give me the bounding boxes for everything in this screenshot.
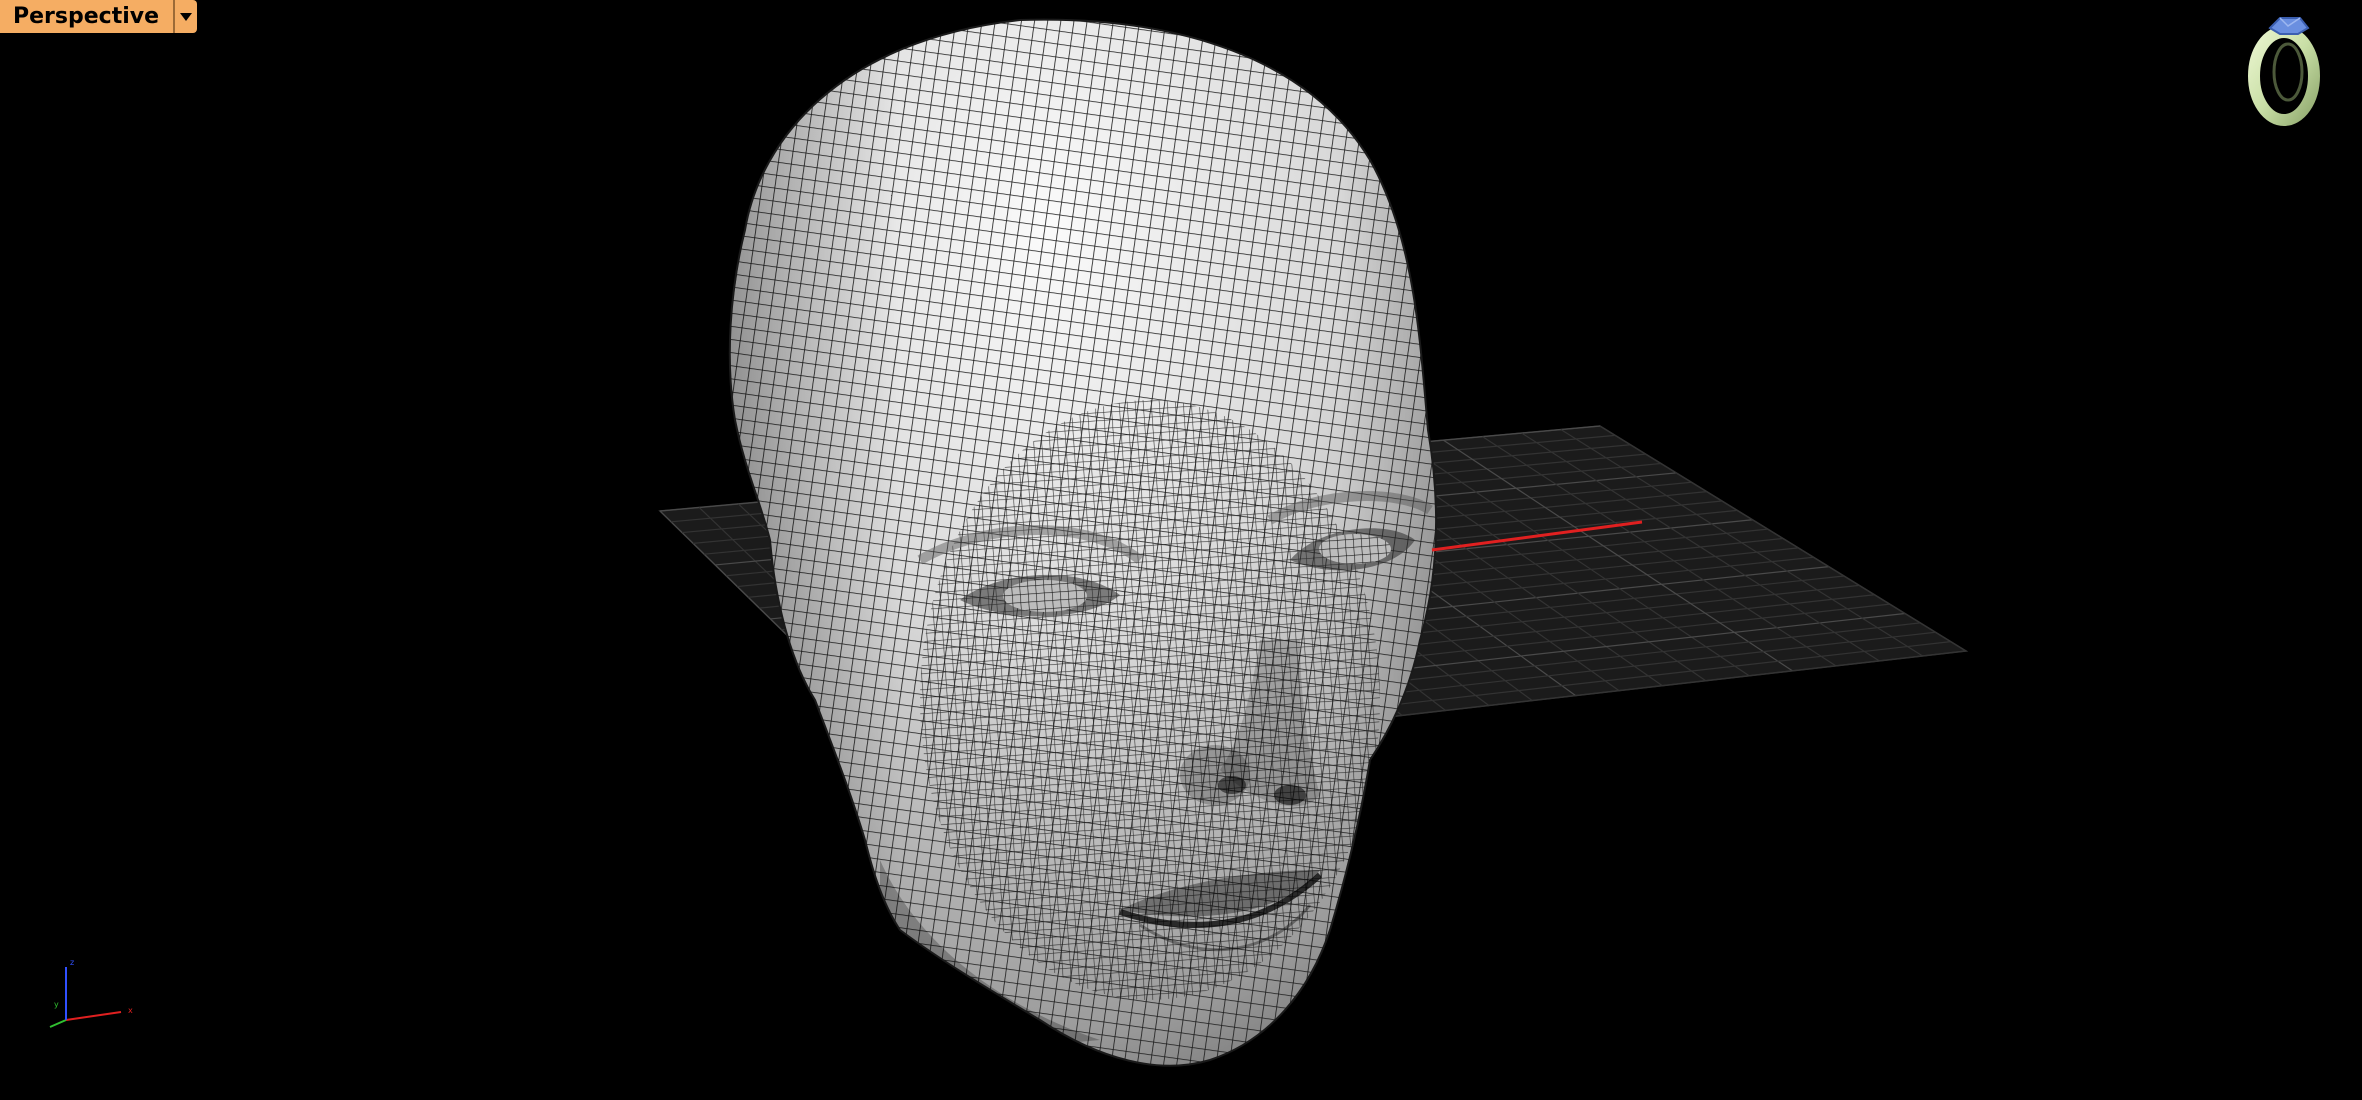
viewport-title-tab[interactable]: Perspective xyxy=(0,0,198,33)
perspective-viewport[interactable]: Perspective x y z xyxy=(0,0,2362,1100)
scene-canvas[interactable] xyxy=(0,0,2362,1100)
ring-render-icon[interactable] xyxy=(2240,10,2326,126)
svg-text:x: x xyxy=(128,1006,133,1015)
world-axes-icon: x y z xyxy=(49,958,133,1028)
svg-text:y: y xyxy=(54,1000,59,1009)
head-mesh-object[interactable] xyxy=(700,0,1500,1100)
svg-text:z: z xyxy=(70,958,74,967)
viewport-title[interactable]: Perspective xyxy=(0,0,174,33)
caret-down-icon xyxy=(180,12,193,21)
viewport-menu-button[interactable] xyxy=(175,0,198,33)
